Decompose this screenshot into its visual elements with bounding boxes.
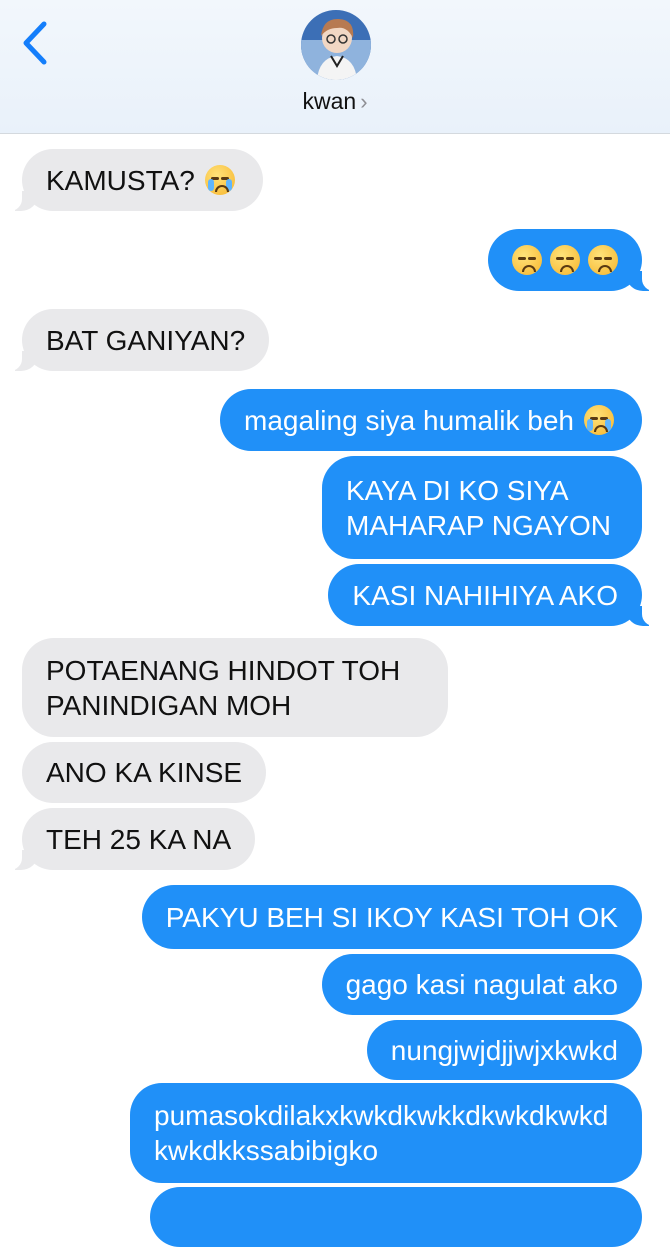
message-text: KAYA DI KO SIYA MAHARAP NGAYON	[346, 474, 612, 541]
message-bubble-incoming[interactable]: POTAENANG HINDOT TOH PANINDIGAN MOH	[22, 638, 448, 737]
loudly-crying-face-icon	[584, 405, 614, 435]
message-text: BAT GANIYAN?	[46, 324, 246, 356]
message-text: pumasokdilakxkwkdkwkkdkwkdkwkdkwkdkkssab…	[154, 1100, 609, 1166]
loudly-crying-face-icon	[204, 165, 235, 195]
message-text: TEH 25 KA NA	[46, 823, 232, 855]
chevron-left-icon	[23, 21, 47, 65]
back-button[interactable]	[18, 20, 58, 66]
avatar-image	[301, 10, 371, 80]
message-text: magaling siya humalik beh	[244, 404, 574, 436]
message-bubble-incoming[interactable]: BAT GANIYAN?	[0, 309, 270, 371]
message-bubble-outgoing[interactable]: gago kasi nagulat ako	[321, 954, 642, 1015]
pleading-face-icon	[588, 245, 618, 275]
message-bubble-outgoing[interactable]: nungjwjdjjwjxkwkd	[366, 1020, 642, 1080]
pleading-face-icon	[512, 245, 542, 275]
conversation-header: kwan ›	[0, 0, 670, 134]
message-bubble-outgoing[interactable]: KASI NAHIHIYA AKO	[328, 564, 666, 626]
message-text: POTAENANG HINDOT TOH PANINDIGAN MOH	[46, 654, 401, 721]
contact-name: kwan	[302, 88, 357, 114]
message-text: KAMUSTA?	[46, 164, 195, 196]
message-bubble-incoming[interactable]: TEH 25 KA NA	[0, 808, 256, 870]
message-text: nungjwjdjjwjxkwkd	[390, 1034, 618, 1066]
contact-name-button[interactable]: kwan ›	[0, 88, 670, 115]
message-bubble-outgoing[interactable]	[488, 229, 666, 291]
message-bubble-outgoing[interactable]: KAYA DI KO SIYA MAHARAP NGAYON	[322, 456, 642, 559]
message-bubble-outgoing-partial[interactable]	[150, 1187, 642, 1247]
chevron-right-icon: ›	[360, 89, 368, 114]
message-bubble-incoming[interactable]: ANO KA KINSE	[22, 742, 267, 803]
pleading-face-icon	[550, 245, 580, 275]
message-bubble-outgoing[interactable]: magaling siya humalik beh	[220, 389, 642, 451]
message-text: gago kasi nagulat ako	[345, 969, 618, 1000]
message-bubble-outgoing[interactable]: PAKYU BEH SI IKOY KASI TOH OK	[141, 885, 642, 949]
message-text: ANO KA KINSE	[46, 757, 243, 788]
message-text: PAKYU BEH SI IKOY KASI TOH OK	[165, 901, 618, 933]
message-bubble-incoming[interactable]: KAMUSTA?	[0, 149, 263, 211]
message-bubble-outgoing[interactable]: pumasokdilakxkwkdkwkkdkwkdkwkdkwkdkkssab…	[130, 1083, 642, 1183]
message-text: KASI NAHIHIYA AKO	[352, 579, 618, 611]
avatar[interactable]	[301, 10, 371, 80]
